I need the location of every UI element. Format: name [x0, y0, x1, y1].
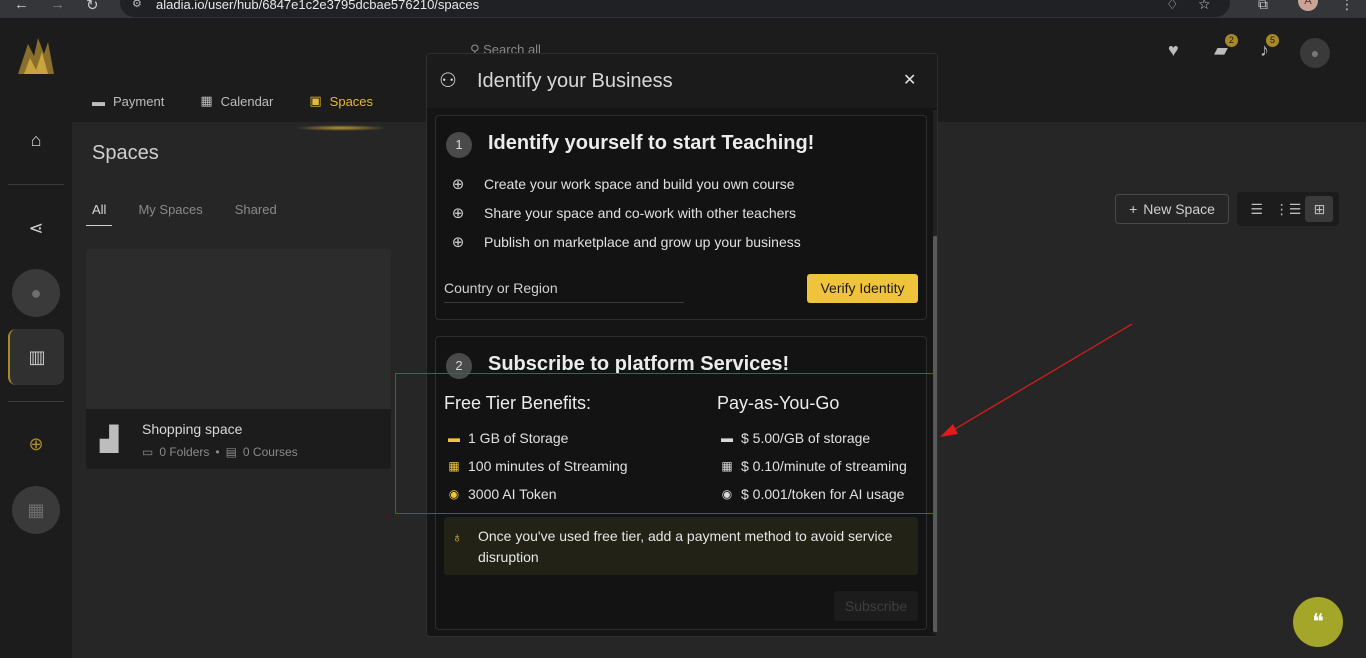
filter-shared[interactable]: Shared	[229, 202, 283, 226]
address-bar[interactable]: ⚙ aladia.io/user/hub/6847e1c2e3795dcbae5…	[120, 0, 1230, 17]
forward-icon[interactable]: →	[50, 0, 65, 13]
space-card-footer: ▟ Shopping space ▭ 0 Folders • ▤ 0 Cours…	[86, 409, 391, 469]
credit-card-icon: ▬	[92, 93, 105, 109]
tab-calendar[interactable]: ▦ Calendar	[200, 93, 273, 109]
meta-separator: •	[215, 445, 220, 459]
close-icon[interactable]: ✕	[903, 70, 916, 90]
modal-scrollbar[interactable]	[933, 110, 937, 634]
lightbulb-icon: ♁	[452, 529, 463, 545]
hub-tabs: ▬ Payment ▦ Calendar ▣ Spaces	[92, 93, 387, 131]
user-avatar[interactable]: ●	[1300, 38, 1330, 68]
bookmark-star-icon[interactable]: ☆	[1198, 0, 1211, 13]
space-filters: All My Spaces Shared	[86, 202, 283, 226]
course-icon: ▤	[225, 445, 237, 459]
feature-item: ⊕ Publish on marketplace and grow up your…	[448, 233, 801, 251]
page-title: Spaces	[92, 142, 159, 164]
filter-all[interactable]: All	[86, 202, 113, 226]
plus-icon: +	[1129, 201, 1138, 217]
reload-icon[interactable]: ↻	[86, 0, 99, 14]
globe-icon: ⊕	[451, 176, 465, 193]
notifications-badge: 5	[1266, 34, 1279, 47]
site-settings-icon[interactable]: ⚙	[132, 0, 142, 10]
location-icon[interactable]: ♢	[1166, 0, 1179, 13]
subscribe-button[interactable]: Subscribe	[834, 591, 918, 621]
back-icon[interactable]: ←	[14, 0, 29, 13]
space-card-title: Shopping space	[142, 421, 243, 437]
notifications-bell-icon[interactable]: ♪ 5	[1260, 34, 1279, 61]
notice-text: Once you've used free tier, add a paymen…	[478, 528, 893, 565]
extensions-icon[interactable]: ⧉	[1258, 0, 1268, 13]
browser-toolbar: ← → ↻ ⚙ aladia.io/user/hub/6847e1c2e3795…	[0, 0, 1366, 18]
section-title: Identify yourself to start Teaching!	[488, 132, 815, 154]
user-check-icon: ⚇	[439, 70, 457, 92]
share-icon[interactable]: ⋖	[0, 218, 72, 239]
space-card-meta: ▭ 0 Folders • ▤ 0 Courses	[142, 445, 298, 459]
store-icon[interactable]: ⌂	[0, 130, 72, 151]
calendar-icon: ▦	[200, 93, 213, 108]
view-toggle: ☰ ⋮☰ ⊞	[1237, 192, 1339, 226]
browser-menu-icon[interactable]: ⋮	[1340, 0, 1354, 13]
space-card[interactable]: ▟ Shopping space ▭ 0 Folders • ▤ 0 Cours…	[86, 249, 391, 469]
browser-profile-avatar[interactable]: A	[1298, 0, 1318, 11]
tab-spaces[interactable]: ▣ Spaces	[295, 93, 387, 131]
hub-workspace-icon[interactable]: ▥	[8, 329, 64, 385]
new-space-button[interactable]: + New Space	[1115, 194, 1229, 224]
feature-item: ⊕ Create your work space and build you ow…	[448, 175, 795, 193]
messages-icon[interactable]: ▰ 2	[1214, 34, 1238, 61]
favorites-heart-icon[interactable]: ♥	[1168, 40, 1179, 61]
messages-badge: 2	[1224, 34, 1238, 47]
identify-section: 1 Identify yourself to start Teaching! ⊕…	[435, 115, 927, 320]
tree-view-icon[interactable]: ⋮☰	[1274, 196, 1302, 222]
left-rail: ⌂ ⋖ ● ▥ ⊕ ▦	[0, 18, 72, 658]
aladia-logo-icon[interactable]	[14, 30, 58, 80]
verify-identity-button[interactable]: Verify Identity	[807, 274, 918, 303]
modal-title: Identify your Business	[477, 70, 673, 92]
filter-my-spaces[interactable]: My Spaces	[132, 202, 208, 226]
globe-icon: ⊕	[451, 205, 465, 222]
profile-avatar[interactable]: ●	[12, 269, 60, 317]
feature-item: ⊕ Share your space and co-work with other…	[448, 204, 796, 222]
rail-divider	[8, 401, 64, 402]
chat-support-icon[interactable]: ❝	[1293, 597, 1343, 647]
grid-view-icon[interactable]: ⊞	[1305, 196, 1334, 222]
add-circle-icon[interactable]: ⊕	[0, 434, 72, 455]
folders-count: 0 Folders	[159, 445, 210, 459]
tab-payment[interactable]: ▬ Payment	[92, 93, 164, 109]
rail-divider	[8, 184, 64, 185]
folder-icon: ▭	[142, 445, 154, 459]
country-region-select[interactable]: Country or Region	[444, 280, 684, 303]
organization-icon[interactable]: ▦	[12, 486, 60, 534]
identify-business-modal: ⚇ Identify your Business ✕ 1 Identify yo…	[426, 53, 938, 637]
step-number: 1	[446, 132, 472, 158]
annotation-highlight-box	[395, 373, 934, 514]
modal-header: ⚇ Identify your Business ✕	[427, 54, 937, 108]
briefcase-icon: ▣	[309, 93, 322, 108]
courses-count: 0 Courses	[242, 445, 298, 459]
book-reader-icon: ▟	[100, 426, 119, 453]
list-view-icon[interactable]: ☰	[1243, 196, 1271, 222]
globe-icon: ⊕	[451, 234, 465, 251]
payment-notice: ♁ Once you've used free tier, add a paym…	[444, 517, 918, 575]
url-text: aladia.io/user/hub/6847e1c2e3795dcbae576…	[156, 0, 480, 12]
